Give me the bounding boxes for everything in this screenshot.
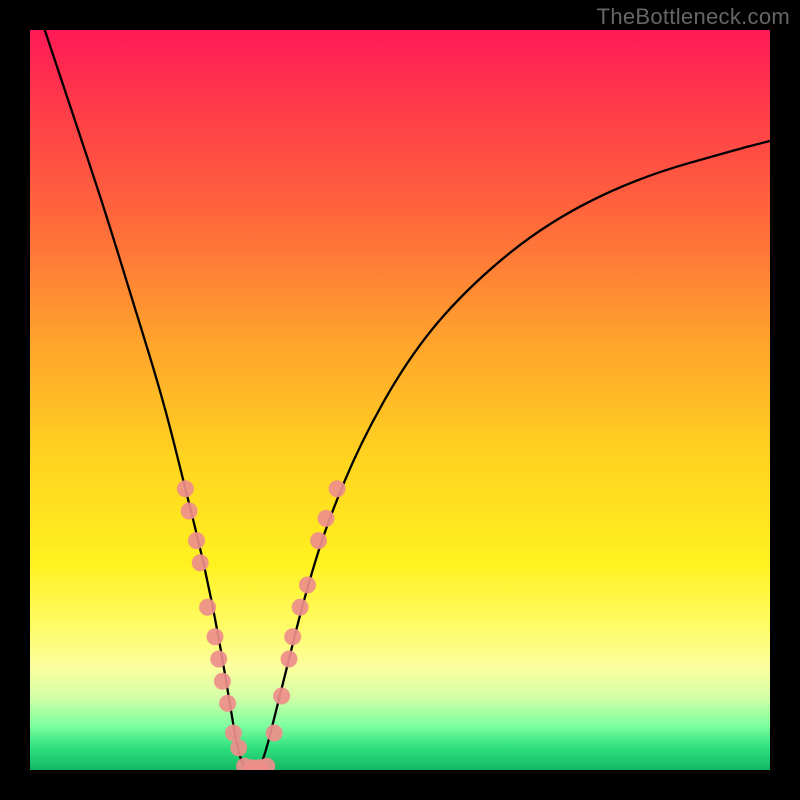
curve-svg <box>30 30 770 770</box>
curve-markers <box>177 480 346 770</box>
chart-container: TheBottleneck.com <box>0 0 800 800</box>
plot-area <box>30 30 770 770</box>
watermark-text: TheBottleneck.com <box>597 4 790 30</box>
bottleneck-curve <box>45 30 770 770</box>
